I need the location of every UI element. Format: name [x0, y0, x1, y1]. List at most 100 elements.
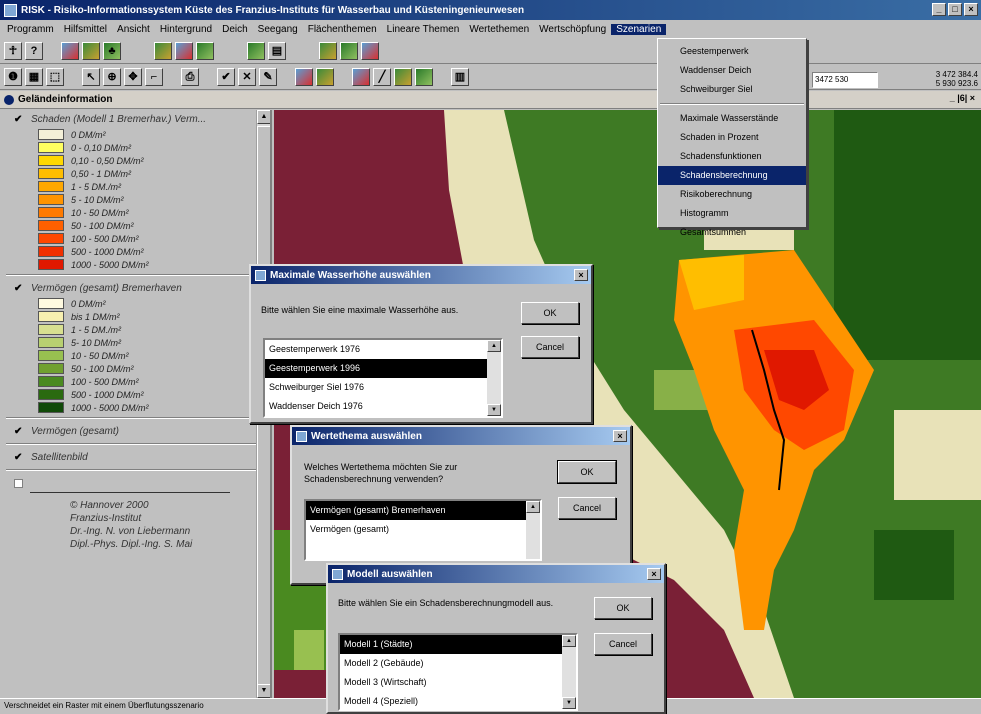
close-button[interactable]: ×	[964, 3, 978, 16]
check-icon[interactable]: ✔	[14, 426, 25, 437]
menu-hintergrund[interactable]: Hintergrund	[155, 24, 217, 35]
menu-ansicht[interactable]: Ansicht	[112, 24, 155, 35]
list-item[interactable]: Modell 3 (Wirtschaft)	[340, 673, 576, 692]
edit-icon[interactable]: ✎	[259, 67, 277, 86]
value-icon[interactable]	[415, 67, 433, 86]
cancel-button[interactable]: Cancel	[558, 497, 616, 519]
landscape-icon[interactable]	[82, 41, 100, 60]
flood-icon[interactable]	[316, 67, 334, 86]
maximize-button[interactable]: □	[948, 3, 962, 16]
cancel-button[interactable]: Cancel	[594, 633, 652, 655]
panel-controls[interactable]: _ |6| ×	[950, 93, 975, 103]
overlay-icon[interactable]	[295, 67, 313, 86]
raster-c-icon[interactable]	[361, 41, 379, 60]
menu-wertschoepfung[interactable]: Wertschöpfung	[534, 24, 611, 35]
cancel-button[interactable]: Cancel	[521, 336, 579, 358]
layer-map-icon[interactable]	[154, 41, 172, 60]
list-item[interactable]: Modell 4 (Speziell)	[340, 692, 576, 709]
list-scrollbar[interactable]: ▲ ▼	[487, 340, 501, 416]
menu-item-schaden-in-prozent[interactable]: Schaden in Prozent	[658, 128, 806, 147]
unchecked-box[interactable]	[14, 478, 23, 488]
dialog-close-button[interactable]: ×	[647, 568, 661, 580]
menu-item-schadensfunktionen[interactable]: Schadensfunktionen	[658, 147, 806, 166]
print-icon[interactable]: ⎙	[181, 67, 199, 86]
list-item[interactable]: Modell 1 (Städte)	[340, 635, 576, 654]
raster-b-icon[interactable]	[340, 41, 358, 60]
layer-image-icon[interactable]	[175, 41, 193, 60]
check-icon[interactable]: ✔	[14, 452, 25, 463]
menu-item-risikoberechnung[interactable]: Risikoberechnung	[658, 185, 806, 204]
theme-b-icon[interactable]: ▤	[268, 41, 286, 60]
scroll-up-icon[interactable]: ▲	[257, 110, 270, 124]
menu-programm[interactable]: Programm	[2, 24, 59, 35]
list-scrollbar[interactable]: ▲ ▼	[562, 635, 576, 709]
minimize-button[interactable]: _	[932, 3, 946, 16]
raster-a-icon[interactable]	[319, 41, 337, 60]
menu-item-maximale-wasserstaende[interactable]: Maximale Wasserstände	[658, 109, 806, 128]
legend-swatch	[38, 181, 64, 192]
pointer-icon[interactable]: ↖	[82, 67, 100, 86]
ok-button[interactable]: OK	[521, 302, 579, 324]
legend-group-assets-bremerhaven[interactable]: ✔ Vermögen (gesamt) Bremerhaven	[0, 279, 270, 297]
help-icon[interactable]: ?	[25, 41, 43, 60]
menu-item-histogramm[interactable]: Histogramm	[658, 204, 806, 223]
water-height-list[interactable]: Geestemperwerk 1976 Geestemperwerk 1996 …	[263, 338, 503, 418]
list-item[interactable]: Modell 2 (Gebäude)	[340, 654, 576, 673]
ok-button[interactable]: OK	[557, 460, 617, 484]
image-icon[interactable]	[61, 41, 79, 60]
scroll-down-icon[interactable]: ▼	[562, 697, 576, 709]
scroll-down-icon[interactable]: ▼	[257, 684, 270, 698]
menu-item-schweiburger-siel[interactable]: Schweiburger Siel	[658, 80, 806, 99]
check-icon[interactable]: ✔	[14, 114, 25, 125]
menu-flaechenthemen[interactable]: Flächenthemen	[303, 24, 382, 35]
grid-icon[interactable]: ▦	[25, 67, 43, 86]
cross-icon[interactable]: ✕	[238, 67, 256, 86]
menu-lineare-themen[interactable]: Lineare Themen	[382, 24, 465, 35]
legend-group-credits-toggle[interactable]	[0, 474, 270, 492]
list-item[interactable]: Geestemperwerk 1996	[265, 359, 501, 378]
menu-item-waddenser-deich[interactable]: Waddenser Deich	[658, 61, 806, 80]
scroll-up-icon[interactable]: ▲	[526, 501, 540, 513]
menu-item-gesamtsummen[interactable]: Gesamtsummen	[658, 223, 806, 242]
list-item[interactable]: Vermögen (gesamt) Bremerhaven	[306, 501, 540, 520]
menu-wertethemen[interactable]: Wertethemen	[464, 24, 534, 35]
line-icon[interactable]: ╱	[373, 67, 391, 86]
menu-hilfsmittel[interactable]: Hilfsmittel	[59, 24, 112, 35]
zoom-icon[interactable]: ⊕	[103, 67, 121, 86]
dialog-close-button[interactable]: ×	[613, 430, 627, 442]
menu-seegang[interactable]: Seegang	[253, 24, 303, 35]
menu-deich[interactable]: Deich	[217, 24, 253, 35]
model-list[interactable]: Modell 1 (Städte) Modell 2 (Gebäude) Mod…	[338, 633, 578, 711]
scroll-down-icon[interactable]: ▼	[487, 404, 501, 416]
list-item[interactable]: Vermögen (gesamt)	[306, 520, 540, 539]
run-icon[interactable]: ☥	[4, 41, 22, 60]
scroll-up-icon[interactable]: ▲	[487, 340, 501, 352]
check-icon[interactable]: ✔	[217, 67, 235, 86]
measure-icon[interactable]: ⌐	[145, 67, 163, 86]
menu-item-schadensberechnung[interactable]: Schadensberechnung	[658, 166, 806, 185]
check-icon[interactable]: ✔	[14, 283, 25, 294]
value-theme-list[interactable]: Vermögen (gesamt) Bremerhaven Vermögen (…	[304, 499, 542, 561]
list-item[interactable]: Waddenser Deich 1976	[265, 397, 501, 416]
list-item[interactable]: Schweiburger Siel 1976	[265, 378, 501, 397]
layer-grid-icon[interactable]	[196, 41, 214, 60]
menu-item-geestemperwerk[interactable]: Geestemperwerk	[658, 42, 806, 61]
select-icon[interactable]: ⬚	[46, 67, 64, 86]
damage-icon[interactable]	[352, 67, 370, 86]
list-item[interactable]: Geestemperwerk 1976	[265, 340, 501, 359]
theme-a-icon[interactable]	[247, 41, 265, 60]
list-scrollbar[interactable]: ▲	[526, 501, 540, 559]
table-icon[interactable]: ▥	[451, 67, 469, 86]
info-icon[interactable]: ❶	[4, 67, 22, 86]
tree-icon[interactable]: ♣	[103, 41, 121, 60]
legend-group-assets[interactable]: ✔ Vermögen (gesamt)	[0, 422, 270, 440]
legend-group-satellite[interactable]: ✔ Satellitenbild	[0, 448, 270, 466]
menu-szenarien[interactable]: Szenarien	[611, 23, 667, 35]
ok-button[interactable]: OK	[594, 597, 652, 619]
dialog-close-button[interactable]: ×	[574, 269, 588, 281]
scroll-up-icon[interactable]: ▲	[562, 635, 576, 647]
pan-icon[interactable]: ✥	[124, 67, 142, 86]
area-icon[interactable]	[394, 67, 412, 86]
legend-group-damage[interactable]: ✔ Schaden (Modell 1 Bremerhav.) Verm...	[0, 110, 270, 128]
coordinate-input[interactable]: 3472 530	[812, 72, 878, 88]
